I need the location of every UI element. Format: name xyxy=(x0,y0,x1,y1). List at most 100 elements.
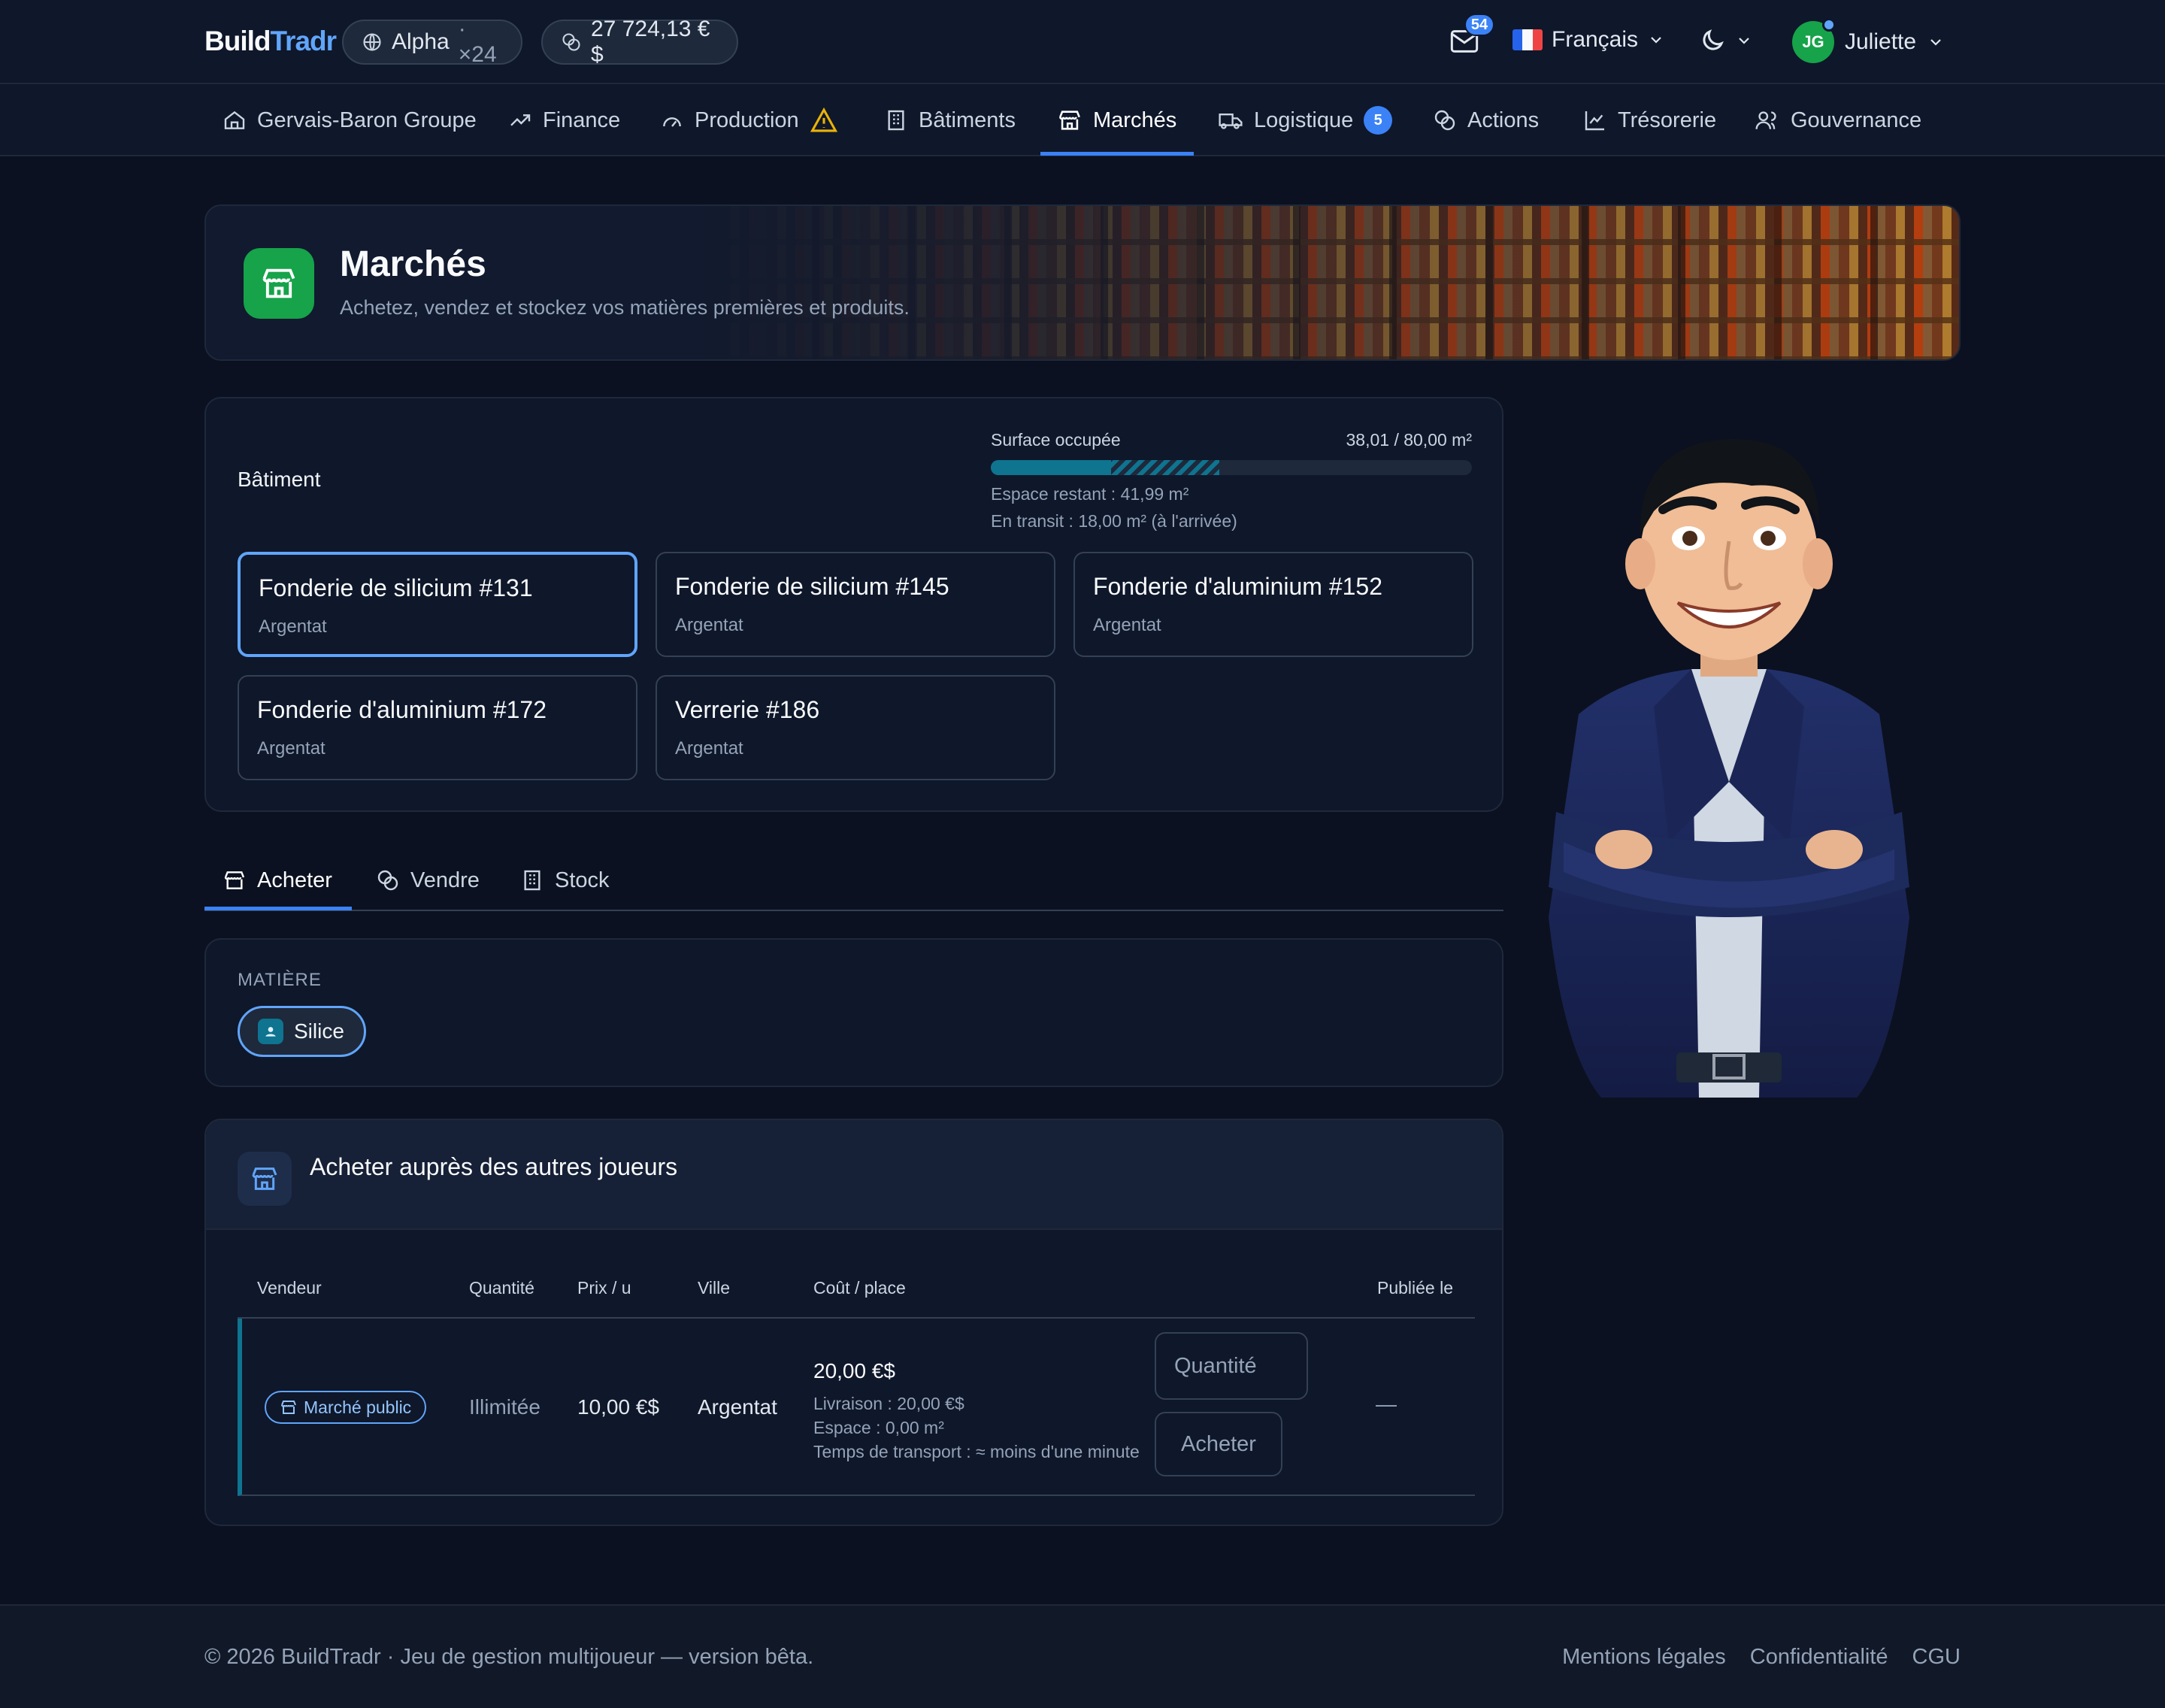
coins-icon xyxy=(1433,108,1457,132)
store-icon xyxy=(280,1398,298,1416)
nav-item-production[interactable]: Production xyxy=(660,84,838,156)
coins-icon xyxy=(376,868,400,892)
world-selector[interactable]: Alpha · ×24 xyxy=(342,17,522,67)
quantity-input[interactable]: Quantité xyxy=(1155,1332,1308,1400)
column-header[interactable]: Coût / place xyxy=(813,1278,906,1298)
column-header[interactable]: Vendeur xyxy=(257,1278,322,1298)
app-logo[interactable]: BuildTradr xyxy=(204,26,337,57)
balance-pill[interactable]: 27 724,13 €$ xyxy=(541,17,738,67)
surface-transit-fill xyxy=(1111,460,1219,475)
nav-item-governance[interactable]: Gouvernance xyxy=(1755,84,1921,156)
store-icon xyxy=(244,248,314,319)
column-header[interactable]: Ville xyxy=(698,1278,730,1298)
language-label: Français xyxy=(1552,27,1639,52)
store-icon xyxy=(1057,108,1082,133)
footer: © 2026 BuildTradr · Jeu de gestion multi… xyxy=(0,1604,2165,1708)
tab-sell[interactable]: Vendre xyxy=(376,851,480,910)
column-header[interactable]: Publiée le xyxy=(1377,1278,1453,1298)
top-bar: BuildTradr Alpha · ×24 27 724,13 €$ 54 F… xyxy=(0,0,2165,84)
building-icon xyxy=(884,108,908,132)
world-speed: · ×24 xyxy=(458,17,497,67)
user-name: Juliette xyxy=(1845,29,1917,54)
moon-icon xyxy=(1699,27,1726,54)
chevron-down-icon xyxy=(1735,32,1753,50)
published-date: — xyxy=(1376,1392,1397,1416)
chart-line-icon xyxy=(1583,108,1607,132)
france-flag-icon xyxy=(1512,29,1543,50)
surface-label: Surface occupée xyxy=(991,430,1121,450)
building-card-152[interactable]: Fonderie d'aluminium #152 Argentat xyxy=(1073,552,1473,657)
surface-progress-bar xyxy=(991,460,1472,475)
page-subtitle: Achetez, vendez et stockez vos matières … xyxy=(340,296,910,319)
page-title: Marchés xyxy=(340,244,486,284)
buy-button[interactable]: Acheter xyxy=(1155,1412,1282,1476)
user-menu[interactable]: JG Juliette xyxy=(1792,18,1945,63)
building-icon xyxy=(520,868,544,892)
nav-item-buildings[interactable]: Bâtiments xyxy=(884,84,1016,156)
copyright-text: © 2026 BuildTradr · Jeu de gestion multi… xyxy=(204,1645,814,1669)
footer-links: Mentions légales Confidentialité CGU xyxy=(1562,1645,1961,1670)
avatar: JG xyxy=(1792,18,1836,63)
building-card-186[interactable]: Verrerie #186 Argentat xyxy=(656,675,1055,780)
column-header[interactable]: Prix / u xyxy=(577,1278,631,1298)
building-card-145[interactable]: Fonderie de silicium #145 Argentat xyxy=(656,552,1055,657)
building-selector-card: Bâtiment Surface occupée 38,01 / 80,00 m… xyxy=(204,397,1503,812)
theme-toggle[interactable] xyxy=(1699,27,1753,54)
column-header[interactable]: Quantité xyxy=(469,1278,534,1298)
seller-badge: Marché public xyxy=(265,1391,427,1424)
quantity-cell: Illimitée xyxy=(469,1395,540,1419)
space-cost: Espace : 0,00 m² xyxy=(813,1418,944,1437)
chevron-down-icon xyxy=(1647,31,1665,49)
nav-item-shares[interactable]: Actions xyxy=(1433,84,1539,156)
transport-time: Temps de transport : ≈ moins d'une minut… xyxy=(813,1442,1140,1461)
nav-item-finance[interactable]: Finance xyxy=(508,84,620,156)
legal-notice-link[interactable]: Mentions légales xyxy=(1562,1645,1726,1670)
building-label: Bâtiment xyxy=(238,468,321,491)
nav-item-markets[interactable]: Marchés xyxy=(1057,84,1176,156)
material-icon xyxy=(258,1019,283,1044)
privacy-link[interactable]: Confidentialité xyxy=(1750,1645,1888,1670)
buy-offers-header: Acheter auprès des autres joueurs xyxy=(206,1120,1502,1230)
trend-up-icon xyxy=(508,108,532,132)
store-icon xyxy=(223,868,247,892)
home-icon xyxy=(223,108,247,132)
market-tabs: Acheter Vendre Stock xyxy=(204,851,1503,911)
building-card-131[interactable]: Fonderie de silicium #131 Argentat xyxy=(238,552,637,657)
material-label: MATIÈRE xyxy=(238,970,322,990)
transit-space: En transit : 18,00 m² (à l'arrivée) xyxy=(991,511,1237,531)
online-indicator xyxy=(1822,18,1836,32)
tab-buy[interactable]: Acheter xyxy=(223,851,332,910)
users-icon xyxy=(1755,108,1780,132)
language-selector[interactable]: Français xyxy=(1512,27,1665,53)
logistics-count-badge: 5 xyxy=(1364,106,1393,135)
world-name: Alpha xyxy=(392,29,450,54)
price-cell: 10,00 €$ xyxy=(577,1395,659,1419)
buy-offers-title: Acheter auprès des autres joueurs xyxy=(310,1153,678,1180)
nav-active-indicator xyxy=(1040,152,1194,156)
tab-stock[interactable]: Stock xyxy=(520,851,610,910)
building-card-172[interactable]: Fonderie d'aluminium #172 Argentat xyxy=(238,675,637,780)
chevron-down-icon xyxy=(1927,33,1945,51)
buy-offers-card: Acheter auprès des autres joueurs Vendeu… xyxy=(204,1119,1503,1526)
coins-icon xyxy=(561,32,582,53)
mail-count-badge: 54 xyxy=(1464,14,1494,36)
nav-item-company[interactable]: Gervais-Baron Groupe xyxy=(223,84,477,156)
warning-icon xyxy=(810,108,838,133)
city-cell: Argentat xyxy=(698,1395,777,1419)
gauge-icon xyxy=(660,108,684,132)
terms-link[interactable]: CGU xyxy=(1912,1645,1961,1670)
balance-value: 27 724,13 €$ xyxy=(591,17,710,67)
delivery-cost: Livraison : 20,00 €$ xyxy=(813,1394,964,1413)
globe-icon xyxy=(362,32,383,53)
cost-total: 20,00 €$ xyxy=(813,1359,895,1382)
nav-item-treasury[interactable]: Trésorerie xyxy=(1583,84,1716,156)
nav-item-logistics[interactable]: Logistique 5 xyxy=(1218,84,1393,156)
advisor-character-illustration xyxy=(1503,391,1955,1113)
tab-active-indicator xyxy=(204,907,352,910)
truck-icon xyxy=(1218,108,1243,132)
store-icon xyxy=(238,1152,292,1206)
material-chip-silice[interactable]: Silice xyxy=(238,1006,366,1057)
main-nav: Gervais-Baron Groupe Finance Production … xyxy=(0,84,2165,156)
surface-value: 38,01 / 80,00 m² xyxy=(1346,430,1473,450)
page-header-banner: Marchés Achetez, vendez et stockez vos m… xyxy=(204,204,1961,361)
